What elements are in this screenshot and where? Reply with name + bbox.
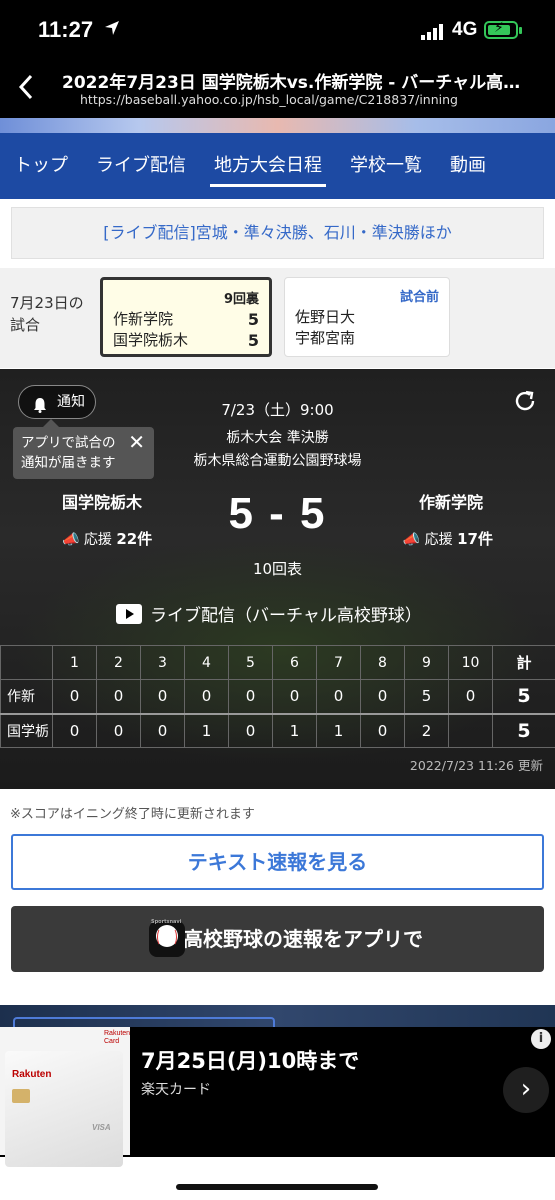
live-stream-link[interactable]: ライブ配信（バーチャル高校野球）: [116, 601, 422, 626]
linescore-row: 国学栃 0 0 0 1 0 1 1 0 2 5: [0, 712, 555, 748]
inning-runs: 5: [404, 679, 449, 714]
inning-runs: 0: [228, 679, 273, 714]
clock: 11:27: [38, 17, 94, 42]
team-name: 宇都宮南: [295, 329, 356, 347]
chevron-right-icon[interactable]: ›: [503, 1067, 549, 1113]
venue-name: 栃木県総合運動公園野球場: [193, 453, 362, 469]
inning-header: 10: [448, 645, 493, 680]
inning-runs: 0: [448, 679, 493, 714]
team-name: 国学院栃木: [113, 331, 189, 349]
inning-header: 5: [228, 645, 273, 680]
megaphone-icon: 📣: [402, 532, 421, 548]
back-arrow-icon[interactable]: [18, 74, 34, 107]
inning-header: 6: [272, 645, 317, 680]
ad-info-icon[interactable]: i: [531, 1029, 551, 1049]
updated-timestamp: 2022/7/23 11:26 更新: [409, 758, 543, 773]
inning-runs: 0: [52, 679, 97, 714]
ad-banner[interactable]: Rakuten Card Rakuten VISA 7月25日(月)10時まで …: [0, 1027, 555, 1167]
inning-header: 3: [140, 645, 185, 680]
page-title: 2022年7月23日 国学院栃木vs.作新学院 - バーチャル高…: [62, 73, 521, 93]
inning-runs: 0: [140, 712, 185, 748]
row-team: 作新: [0, 679, 53, 714]
inning-runs: 0: [360, 712, 405, 748]
tournament-name: 栃木大会 準決勝: [226, 430, 329, 446]
game-status: 9回裏: [223, 292, 259, 307]
inning-runs: 0: [228, 712, 273, 748]
ad-sponsor: 楽天カード: [141, 1082, 211, 1098]
card-brand-logo: Rakuten: [12, 1069, 52, 1080]
inning-header: 1: [52, 645, 97, 680]
inning-runs: 0: [96, 712, 141, 748]
inning-runs: 0: [316, 679, 361, 714]
inning-header: 7: [316, 645, 361, 680]
inning-runs: 0: [272, 679, 317, 714]
row-team: 国学栃: [0, 712, 53, 748]
inning-runs: 1: [316, 712, 361, 748]
card-network-logo: VISA: [92, 1123, 111, 1132]
home-cheer-button[interactable]: 📣 応援 22件: [62, 528, 152, 549]
inning-runs: 1: [184, 712, 229, 748]
live-notice-link[interactable]: [ライブ配信]宮城・準々決勝、石川・準決勝ほか: [11, 207, 544, 259]
tab-videos[interactable]: 動画: [436, 133, 500, 199]
score-note: ※スコアはイニング終了時に更新されます: [10, 807, 255, 822]
game-status: 試合前: [399, 290, 439, 305]
team-name: 佐野日大: [295, 308, 356, 326]
battery-icon: ⚡: [484, 20, 522, 39]
game-card-other[interactable]: 試合前 佐野日大 宇都宮南: [284, 277, 450, 357]
inning-runs: 0: [52, 712, 97, 748]
away-cheer-button[interactable]: 📣 応援 17件: [403, 528, 493, 549]
cellular-signal-icon: [421, 24, 445, 40]
tab-live[interactable]: ライブ配信: [82, 133, 200, 199]
baseball-app-icon: Sportsnavi: [149, 919, 185, 957]
page-url[interactable]: https://baseball.yahoo.co.jp/hsb_local/g…: [80, 92, 458, 107]
team-name: 作新学院: [113, 310, 174, 328]
home-indicator[interactable]: [176, 1184, 378, 1190]
card-corner-logo: Rakuten Card: [104, 1030, 131, 1045]
play-icon: [116, 604, 142, 624]
location-arrow-icon: [104, 20, 120, 41]
inning-runs: [448, 712, 493, 748]
day-games: 7月23日の 試合 9回裏 作新学院 5 国学院栃木 5 試合前 佐野日大 宇都宮南: [0, 268, 555, 368]
browser-bar: 2022年7月23日 国学院栃木vs.作新学院 - バーチャル高… https:…: [0, 62, 555, 118]
linescore-table: 1 2 3 4 5 6 7 8 9 10 計 作新 0 0 0 0 0 0 0 …: [0, 645, 555, 748]
text-updates-button[interactable]: テキスト速報を見る: [11, 834, 544, 890]
day-games-label: 7月23日の 試合: [10, 294, 84, 334]
inning-header: 4: [184, 645, 229, 680]
status-bar: 11:27 4G ⚡: [0, 0, 555, 62]
promo-banner: [0, 1005, 555, 1031]
header-cell: [0, 645, 53, 680]
nav-tabs: トップ ライブ配信 地方大会日程 学校一覧 動画: [0, 133, 555, 199]
game-datetime: 7/23（土）9:00: [221, 401, 334, 419]
inning-header: 2: [96, 645, 141, 680]
credit-card-image: Rakuten Card Rakuten VISA: [0, 1027, 131, 1167]
linescore-row: 作新 0 0 0 0 0 0 0 0 5 0 5: [0, 679, 555, 714]
inning-runs: 0: [96, 679, 141, 714]
card-chip: [12, 1089, 30, 1103]
row-total: 5: [492, 712, 555, 748]
tab-top[interactable]: トップ: [0, 133, 82, 199]
scoreboard: 通知 アプリで試合の 通知が届きます ✕ 7/23（土）9:00 栃木大会 準決…: [0, 369, 555, 789]
megaphone-icon: 📣: [62, 532, 80, 548]
open-app-button[interactable]: Sportsnavi 高校野球の速報をアプリで: [11, 906, 544, 972]
inning-runs: 1: [272, 712, 317, 748]
inning-runs: 0: [360, 679, 405, 714]
inning-runs: 2: [404, 712, 449, 748]
inning-header: 9: [404, 645, 449, 680]
inning-header: 8: [360, 645, 405, 680]
team-score: 5: [247, 310, 259, 329]
current-inning: 10回表: [252, 560, 303, 578]
inning-runs: 0: [184, 679, 229, 714]
team-score: 5: [247, 331, 259, 350]
tab-schools[interactable]: 学校一覧: [336, 133, 436, 199]
inning-runs: 0: [140, 679, 185, 714]
game-card-current[interactable]: 9回裏 作新学院 5 国学院栃木 5: [100, 277, 272, 357]
network-type: 4G: [452, 19, 478, 40]
linescore-header: 1 2 3 4 5 6 7 8 9 10 計: [0, 645, 555, 680]
total-header: 計: [492, 645, 555, 680]
row-total: 5: [492, 679, 555, 714]
tab-schedule[interactable]: 地方大会日程: [200, 133, 336, 199]
ad-headline: 7月25日(月)10時まで: [141, 1049, 360, 1073]
header-banner-image: [0, 118, 555, 133]
